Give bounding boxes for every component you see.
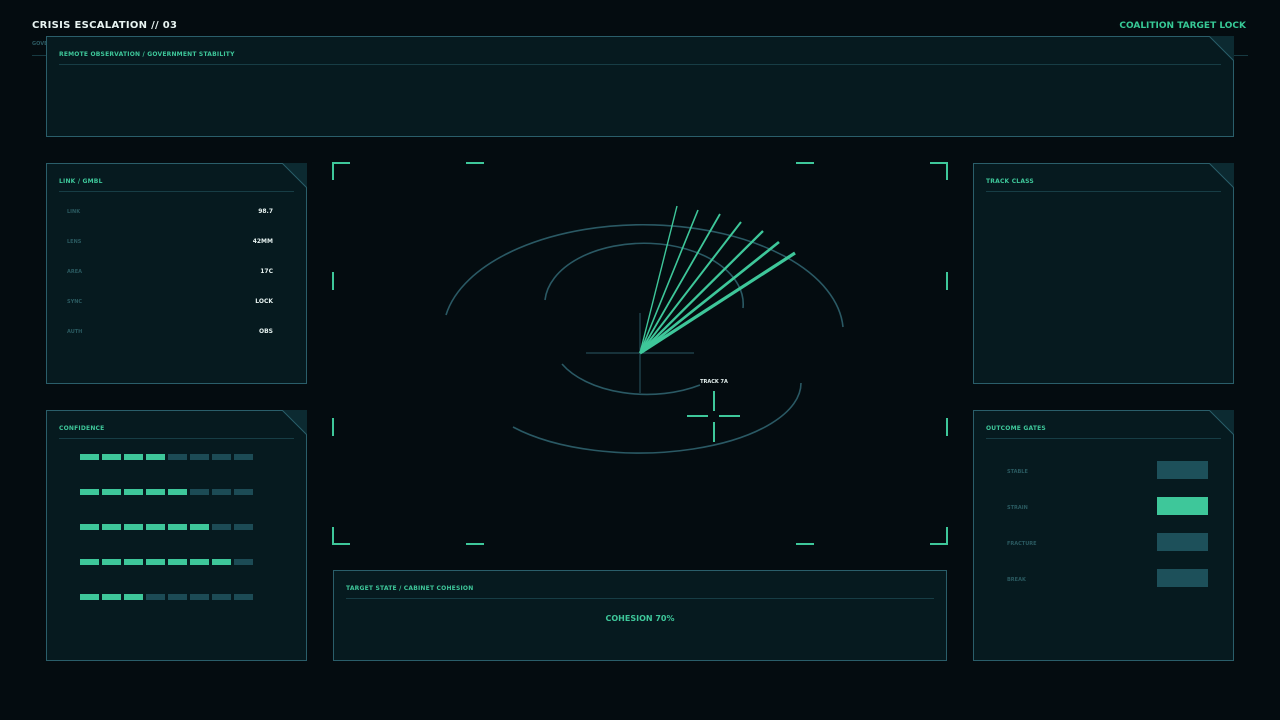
confidence-segment bbox=[80, 594, 99, 600]
confidence-segment bbox=[102, 524, 121, 530]
panel-divider bbox=[986, 191, 1221, 192]
fan-line bbox=[639, 251, 796, 355]
confidence-segment bbox=[124, 524, 143, 530]
remote-observation-panel: REMOTE OBSERVATION / GOVERNMENT STABILIT… bbox=[46, 36, 1234, 137]
panel-divider bbox=[59, 64, 1221, 65]
gate-label: STABLE bbox=[1007, 469, 1028, 475]
confidence-segment bbox=[124, 594, 143, 600]
confidence-segment bbox=[190, 524, 209, 530]
link-gmbl-title: LINK / GMBL bbox=[59, 178, 103, 185]
confidence-segment bbox=[146, 594, 165, 600]
target-state-panel: TARGET STATE / CABINET COHESION COHESION… bbox=[333, 570, 947, 661]
confidence-segment bbox=[168, 489, 187, 495]
confidence-segment bbox=[212, 454, 231, 460]
target-reticle bbox=[687, 391, 740, 442]
panel-corner-decoration bbox=[281, 163, 307, 189]
confidence-segment bbox=[212, 594, 231, 600]
confidence-segment bbox=[168, 454, 187, 460]
confidence-segment bbox=[234, 454, 253, 460]
track-class-panel: TRACK CLASS bbox=[973, 163, 1234, 384]
signal-fan bbox=[639, 205, 796, 355]
confidence-segment bbox=[168, 524, 187, 530]
link-row-value: 17C bbox=[260, 268, 273, 275]
confidence-segment bbox=[102, 559, 121, 565]
outcome-gates-title: OUTCOME GATES bbox=[986, 425, 1046, 432]
confidence-segment bbox=[190, 454, 209, 460]
confidence-segment bbox=[212, 559, 231, 565]
confidence-segment bbox=[80, 489, 99, 495]
confidence-segment bbox=[234, 489, 253, 495]
outcome-gates-panel: OUTCOME GATES STABLE STRAIN FRACTURE BREAK bbox=[973, 410, 1234, 661]
track-class-title: TRACK CLASS bbox=[986, 178, 1034, 185]
confidence-segment bbox=[234, 524, 253, 530]
cohesion-readout: COHESION 70% bbox=[605, 614, 675, 623]
link-row-value: LOCK bbox=[255, 298, 273, 305]
gate-label: STRAIN bbox=[1007, 505, 1028, 511]
link-row-value: 42MM bbox=[252, 238, 273, 245]
confidence-segment bbox=[80, 559, 99, 565]
link-gmbl-panel: LINK / GMBL LINK 98.7 LENS 42MM AREA 17C SYNC L… bbox=[46, 163, 307, 384]
link-row-label: AUTH bbox=[67, 329, 83, 335]
panel-corner-decoration bbox=[281, 410, 307, 436]
panel-divider bbox=[59, 438, 294, 439]
panel-divider bbox=[346, 598, 934, 599]
confidence-segment bbox=[80, 524, 99, 530]
link-row-label: AREA bbox=[67, 269, 83, 275]
confidence-segment bbox=[168, 559, 187, 565]
link-row-value: 98.7 bbox=[258, 208, 273, 215]
confidence-segment bbox=[234, 559, 253, 565]
gate-label: BREAK bbox=[1007, 577, 1026, 583]
confidence-panel: CONFIDENCE bbox=[46, 410, 307, 661]
confidence-segment bbox=[146, 454, 165, 460]
confidence-segment bbox=[80, 454, 99, 460]
confidence-segment bbox=[124, 454, 143, 460]
panel-corner-decoration bbox=[1208, 36, 1234, 62]
fan-line bbox=[639, 221, 742, 354]
confidence-segment bbox=[168, 594, 187, 600]
confidence-segment bbox=[190, 594, 209, 600]
coalition-target-lock-label: COALITION TARGET LOCK bbox=[1119, 21, 1246, 31]
radar-viewport: TRACK 7A bbox=[332, 162, 948, 545]
confidence-segment bbox=[234, 594, 253, 600]
page-subtitle: GOVE bbox=[32, 41, 48, 47]
confidence-title: CONFIDENCE bbox=[59, 425, 105, 432]
gate-indicator bbox=[1157, 569, 1208, 587]
target-state-title: TARGET STATE / CABINET COHESION bbox=[346, 585, 474, 592]
confidence-segment bbox=[124, 489, 143, 495]
link-row-label: LENS bbox=[67, 239, 82, 245]
page-title: CRISIS ESCALATION // 03 bbox=[32, 20, 178, 31]
track-7a-label: TRACK 7A bbox=[700, 379, 728, 385]
gate-indicator bbox=[1157, 461, 1208, 479]
remote-observation-title: REMOTE OBSERVATION / GOVERNMENT STABILIT… bbox=[59, 51, 235, 58]
panel-divider bbox=[986, 438, 1221, 439]
fan-line bbox=[639, 230, 764, 354]
confidence-segment bbox=[190, 489, 209, 495]
gate-indicator bbox=[1157, 497, 1208, 515]
link-row-label: LINK bbox=[67, 209, 81, 215]
gate-indicator bbox=[1157, 533, 1208, 551]
confidence-segment bbox=[146, 524, 165, 530]
panel-corner-decoration bbox=[1208, 410, 1234, 436]
confidence-segment bbox=[146, 489, 165, 495]
confidence-segment bbox=[102, 594, 121, 600]
confidence-segment bbox=[190, 559, 209, 565]
link-row-label: SYNC bbox=[67, 299, 83, 305]
confidence-segment bbox=[146, 559, 165, 565]
panel-corner-decoration bbox=[1208, 163, 1234, 189]
confidence-segment bbox=[212, 489, 231, 495]
confidence-segment bbox=[212, 524, 231, 530]
fan-line bbox=[639, 213, 721, 354]
link-row-value: OBS bbox=[259, 328, 273, 335]
confidence-segment bbox=[102, 454, 121, 460]
panel-divider bbox=[59, 191, 294, 192]
confidence-segment bbox=[124, 559, 143, 565]
confidence-segment bbox=[102, 489, 121, 495]
gate-label: FRACTURE bbox=[1007, 541, 1037, 547]
